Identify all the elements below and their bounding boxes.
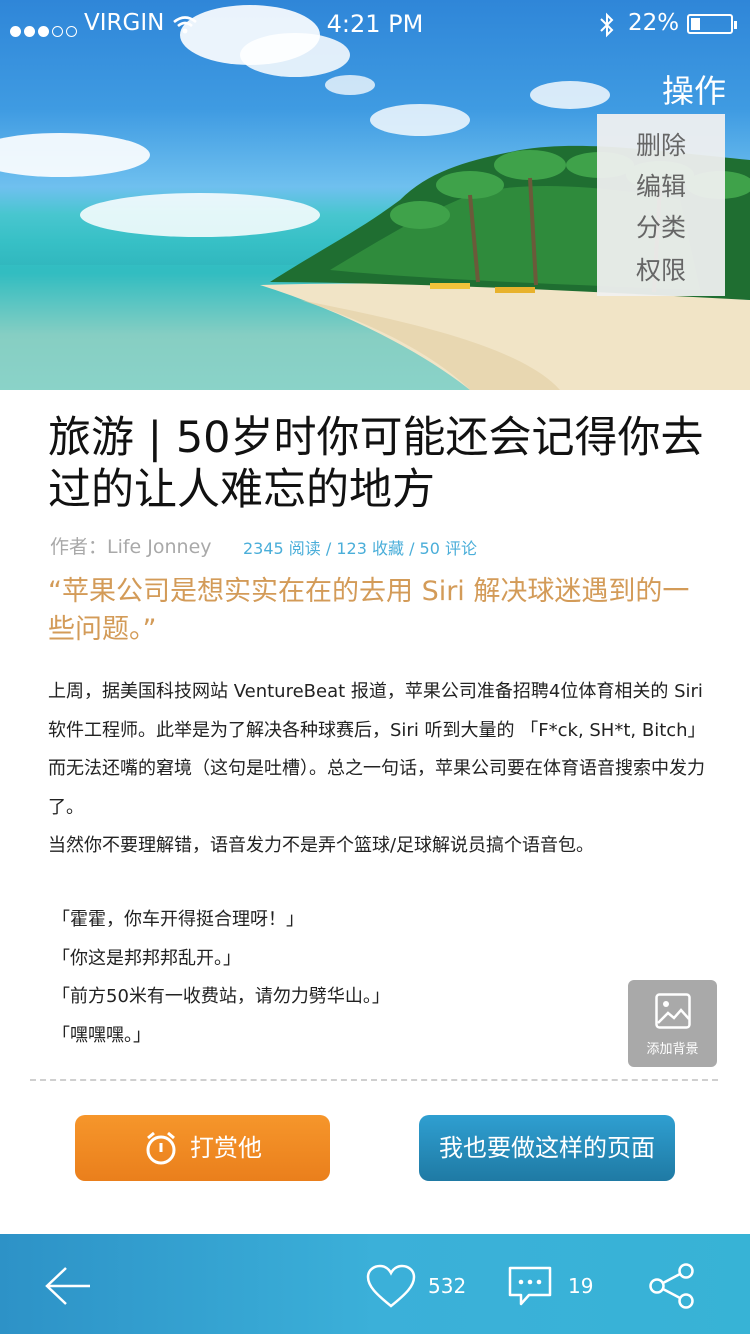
- article-paragraph: 上周，据美国科技网站 VentureBeat 报道，苹果公司准备招聘4位体育相关…: [48, 681, 706, 818]
- back-arrow-icon[interactable]: [44, 1266, 92, 1306]
- hero-image: VIRGIN 4:21 PM 22% 操作 删除 编辑 分类 权限: [0, 0, 750, 390]
- make-page-button[interactable]: 我也要做这样的页面: [419, 1115, 675, 1181]
- reward-button[interactable]: 打赏他: [75, 1115, 330, 1181]
- dialogue-lines: 「霍霍，你车开得挺合理呀！」 「你这是邦邦邦乱开。」 「前方50米有一收费站，请…: [52, 901, 390, 1055]
- heart-icon[interactable]: [366, 1264, 416, 1310]
- bluetooth-icon: [600, 12, 614, 38]
- comment-icon[interactable]: [507, 1264, 553, 1310]
- article-title: 旅游 | 50岁时你可能还会记得你去过的让人难忘的地方: [48, 413, 704, 515]
- article-author: 作者：Life Jonney: [50, 536, 212, 558]
- battery-icon: [687, 14, 737, 34]
- add-background-button[interactable]: 添加背景: [628, 980, 717, 1067]
- menu-item-permissions[interactable]: 权限: [597, 251, 725, 287]
- dialogue-line: 「嘿嘿嘿。」: [52, 1024, 151, 1046]
- article-quote: “苹果公司是想实实在在的去用 Siri 解决球迷遇到的一些问题。”: [48, 576, 690, 645]
- operations-menu: 删除 编辑 分类 权限: [597, 114, 725, 296]
- menu-item-delete[interactable]: 删除: [597, 126, 725, 162]
- reward-button-label: 打赏他: [190, 1134, 262, 1162]
- alarm-clock-icon: [146, 1131, 176, 1165]
- divider: [30, 1079, 718, 1081]
- article-paragraph: 当然你不要理解错，语音发力不是弄个篮球/足球解说员搞个语音包。: [48, 835, 595, 856]
- dialogue-line: 「霍霍，你车开得挺合理呀！」: [52, 909, 304, 930]
- operations-button[interactable]: 操作: [662, 66, 726, 112]
- image-icon: [655, 993, 691, 1029]
- bottom-toolbar: 532 19: [0, 1234, 750, 1334]
- dialogue-line: 「你这是邦邦邦乱开。」: [52, 947, 241, 969]
- menu-item-category[interactable]: 分类: [597, 208, 725, 244]
- status-bar: VIRGIN 4:21 PM 22%: [0, 0, 750, 50]
- add-background-label: 添加背景: [646, 1042, 699, 1057]
- menu-item-edit[interactable]: 编辑: [597, 167, 725, 203]
- battery-percentage: 22%: [628, 10, 680, 36]
- like-count: 532: [428, 1274, 467, 1298]
- share-icon[interactable]: [646, 1262, 698, 1310]
- comment-count: 19: [568, 1274, 594, 1298]
- article-body: 上周，据美国科技网站 VentureBeat 报道，苹果公司准备招聘4位体育相关…: [48, 673, 708, 866]
- article-stats: 2345 阅读 / 123 收藏 / 50 评论: [243, 539, 478, 558]
- dialogue-line: 「前方50米有一收费站，请勿力劈华山。」: [52, 986, 390, 1007]
